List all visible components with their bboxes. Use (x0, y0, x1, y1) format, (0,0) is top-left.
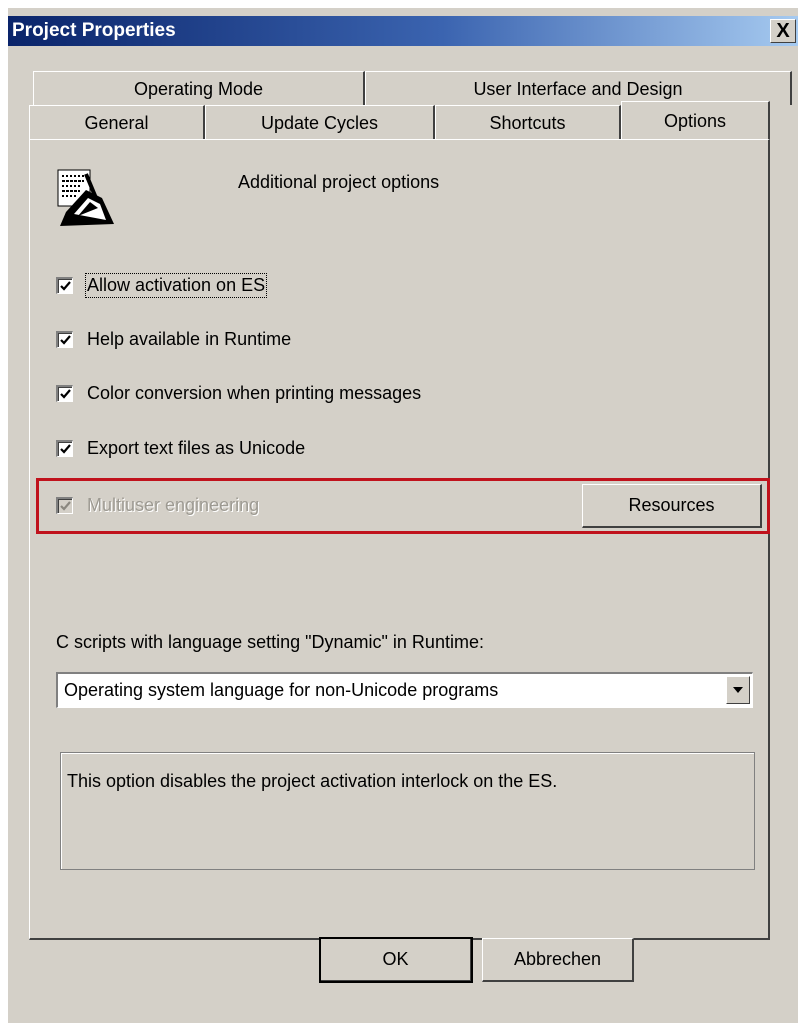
tab-operating-mode[interactable]: Operating Mode (33, 71, 365, 105)
checkbox-box[interactable] (56, 330, 73, 348)
close-button[interactable]: X (770, 19, 796, 43)
cancel-button[interactable]: Abbrechen (482, 938, 634, 982)
ok-button[interactable]: OK (319, 937, 473, 983)
checkbox-box[interactable] (56, 496, 73, 514)
checkbox-box[interactable] (56, 439, 73, 457)
tab-user-interface-and-design[interactable]: User Interface and Design (365, 71, 792, 105)
check-icon (60, 443, 71, 454)
resources-button[interactable]: Resources (582, 484, 762, 528)
checkbox-label: Help available in Runtime (87, 328, 292, 349)
checkbox-box[interactable] (56, 384, 73, 402)
checkbox-label: Allow activation on ES (84, 272, 268, 298)
allow-activation-checkbox[interactable]: Allow activation on ES (56, 272, 268, 298)
language-select-value: Operating system language for non-Unicod… (64, 680, 499, 700)
check-icon (60, 388, 71, 399)
options-heading: Additional project options (238, 172, 440, 192)
c-scripts-label: C scripts with language setting "Dynamic… (56, 632, 484, 652)
checkbox-box[interactable] (56, 276, 73, 294)
check-icon (60, 500, 71, 511)
description-text: This option disables the project activat… (67, 771, 558, 791)
check-icon (60, 280, 71, 291)
language-select[interactable]: Operating system language for non-Unicod… (56, 672, 753, 708)
export-unicode-checkbox[interactable]: Export text files as Unicode (56, 436, 305, 460)
checkbox-label: Export text files as Unicode (87, 437, 306, 458)
tab-update-cycles[interactable]: Update Cycles (205, 105, 435, 139)
tab-general[interactable]: General (29, 105, 205, 139)
window-title: Project Properties (12, 20, 176, 41)
tab-shortcuts[interactable]: Shortcuts (435, 105, 621, 139)
tab-options[interactable]: Options (621, 101, 770, 139)
project-options-icon (56, 168, 118, 230)
description-box: This option disables the project activat… (60, 752, 755, 870)
check-icon (60, 334, 71, 345)
checkbox-label: Color conversion when printing messages (87, 382, 422, 403)
help-available-checkbox[interactable]: Help available in Runtime (56, 327, 291, 351)
checkbox-label: Multiuser engineering (87, 494, 260, 515)
title-bar: Project Properties X (8, 16, 798, 46)
color-conversion-checkbox[interactable]: Color conversion when printing messages (56, 381, 421, 405)
dropdown-arrow-icon[interactable] (726, 676, 750, 704)
multiuser-engineering-checkbox[interactable]: Multiuser engineering (56, 493, 259, 517)
